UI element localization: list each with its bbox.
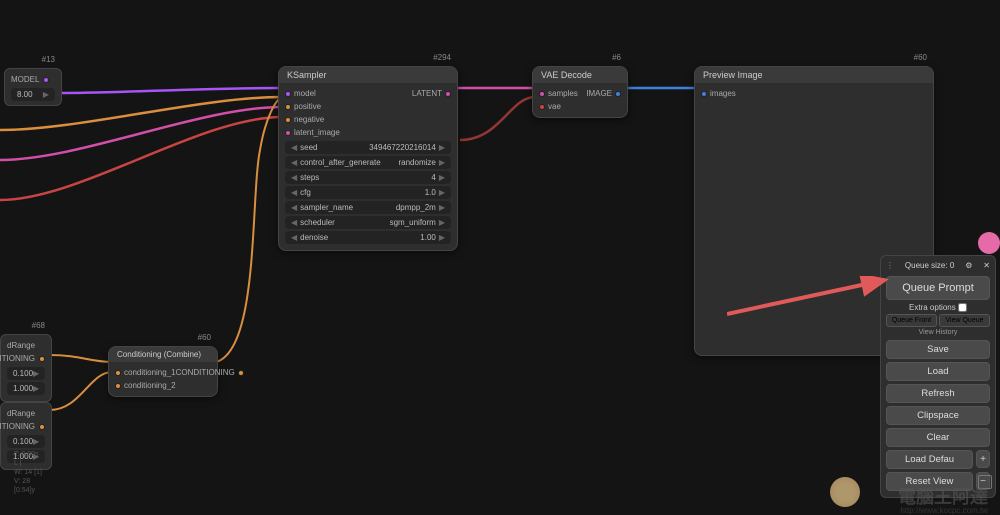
refresh-button[interactable]: Refresh [886, 384, 990, 403]
node-13[interactable]: #13 MODEL 8.00▶ [4, 68, 62, 106]
widget-control[interactable]: ◀control_after_generaterandomize▶ [285, 156, 451, 169]
arrow-left-icon[interactable]: ◀ [291, 188, 297, 197]
arrow-right-icon[interactable]: ▶ [439, 173, 445, 182]
port-samples-in[interactable] [539, 91, 545, 97]
extra-options-checkbox[interactable] [958, 303, 967, 312]
node-title: dRange [7, 407, 45, 420]
port-in2[interactable] [115, 383, 121, 389]
node-title: Conditioning (Combine) [109, 347, 217, 362]
stats-readout: T: 0.00s L | W: 14 [1] V: 28 [0.54]y [14, 450, 42, 495]
node-id: #294 [433, 53, 451, 62]
input-label: negative [294, 115, 324, 124]
port-out[interactable] [238, 370, 244, 376]
view-queue-button[interactable]: View Queue [939, 314, 990, 327]
plus-icon[interactable]: + [976, 450, 990, 468]
arrow-right-icon[interactable]: ▶ [439, 188, 445, 197]
input-label: conditioning_1 [124, 368, 176, 377]
input-label: samples [548, 89, 578, 98]
input-label: latent_image [294, 128, 340, 137]
port-conditioning-out[interactable] [39, 424, 45, 430]
port-conditioning-out[interactable] [39, 356, 45, 362]
fullscreen-icon[interactable] [978, 475, 992, 489]
arrow-right-icon[interactable]: ▶ [33, 369, 39, 378]
reset-view-button[interactable]: Reset View [886, 472, 973, 491]
arrow-right-icon[interactable]: ▶ [439, 218, 445, 227]
node-id: #13 [42, 55, 55, 64]
drag-handle-icon[interactable]: ⋮ [886, 261, 894, 270]
extra-options-label: Extra options [909, 303, 956, 312]
widget-denoise[interactable]: ◀denoise1.00▶ [285, 231, 451, 244]
arrow-left-icon[interactable]: ◀ [291, 143, 297, 152]
output-label: CONDITIONING [0, 422, 35, 431]
port-images-in[interactable] [701, 91, 707, 97]
port-latent-out[interactable] [445, 91, 451, 97]
view-history-link[interactable]: View History [886, 329, 990, 336]
output-label: CONDITIONING [176, 368, 235, 377]
input-label: conditioning_2 [124, 381, 176, 390]
port-model-in[interactable] [285, 91, 291, 97]
arrow-right-icon[interactable]: ▶ [439, 203, 445, 212]
arrow-right-icon[interactable]: ▶ [33, 384, 39, 393]
node-id: #6 [612, 53, 621, 62]
input-label: vae [548, 102, 561, 111]
arrow-right-icon[interactable]: ▶ [33, 437, 39, 446]
load-default-button[interactable]: Load Defau [886, 450, 973, 469]
widget-seed[interactable]: ◀seed349467220216014▶ [285, 141, 451, 154]
watermark-avatar [830, 477, 860, 507]
save-button[interactable]: Save [886, 340, 990, 359]
port-positive-in[interactable] [285, 104, 291, 110]
arrow-right-icon[interactable]: ▶ [439, 143, 445, 152]
control-panel[interactable]: ⋮ Queue size: 0 ⚙ ✕ Queue Prompt Extra o… [880, 255, 996, 498]
widget-steps[interactable]: ◀steps4▶ [285, 171, 451, 184]
node-id: #60 [914, 53, 927, 62]
clear-button[interactable]: Clear [886, 428, 990, 447]
arrow-left-icon[interactable]: ◀ [291, 173, 297, 182]
input-label: model [294, 89, 316, 98]
node-id: #68 [32, 321, 45, 330]
port-negative-in[interactable] [285, 117, 291, 123]
port-in1[interactable] [115, 370, 121, 376]
node-ksampler[interactable]: #294 KSampler modelLATENT positive negat… [278, 66, 458, 251]
node-title: Preview Image [695, 67, 933, 83]
input-label: images [710, 89, 736, 98]
arrow-left-icon[interactable]: ◀ [291, 218, 297, 227]
node-title: dRange [7, 339, 45, 352]
port-image-out[interactable] [615, 91, 621, 97]
output-label: IMAGE [586, 89, 612, 98]
port-latent-in[interactable] [285, 130, 291, 136]
load-button[interactable]: Load [886, 362, 990, 381]
arrow-left-icon[interactable]: ◀ [291, 158, 297, 167]
queue-prompt-button[interactable]: Queue Prompt [886, 276, 990, 300]
node-title: KSampler [279, 67, 457, 83]
port-vae-in[interactable] [539, 104, 545, 110]
gear-icon[interactable]: ⚙ [965, 261, 972, 270]
widget-sampler[interactable]: ◀sampler_namedpmpp_2m▶ [285, 201, 451, 214]
widget-scheduler[interactable]: ◀schedulersgm_uniform▶ [285, 216, 451, 229]
label: MODEL [11, 75, 39, 84]
node-68[interactable]: #68 dRange CONDITIONING 0.100▶ 1.000▶ [0, 334, 52, 402]
arrow-left-icon[interactable]: ◀ [291, 233, 297, 242]
queue-size: Queue size: 0 [905, 261, 954, 270]
arrow-right-icon[interactable]: ▶ [439, 158, 445, 167]
node-id: #60 [198, 333, 211, 342]
node-vae-decode[interactable]: #6 VAE Decode samplesIMAGE vae [532, 66, 628, 118]
arrow-right-icon[interactable]: ▶ [439, 233, 445, 242]
arrow-left-icon[interactable]: ◀ [291, 203, 297, 212]
node-conditioning-combine[interactable]: #60 Conditioning (Combine) conditioning_… [108, 346, 218, 397]
widget-value: 8.00 [17, 90, 33, 99]
widget-cfg[interactable]: ◀cfg1.0▶ [285, 186, 451, 199]
input-label: positive [294, 102, 321, 111]
port-model-out[interactable] [43, 77, 49, 83]
output-label: CONDITIONING [0, 354, 35, 363]
arrow-right-icon[interactable]: ▶ [43, 90, 49, 99]
node-title: VAE Decode [533, 67, 627, 83]
close-icon[interactable]: ✕ [983, 261, 990, 270]
queue-front-button[interactable]: Queue Front [886, 314, 937, 327]
manager-badge[interactable] [978, 232, 1000, 254]
clipspace-button[interactable]: Clipspace [886, 406, 990, 425]
output-label: LATENT [412, 89, 442, 98]
